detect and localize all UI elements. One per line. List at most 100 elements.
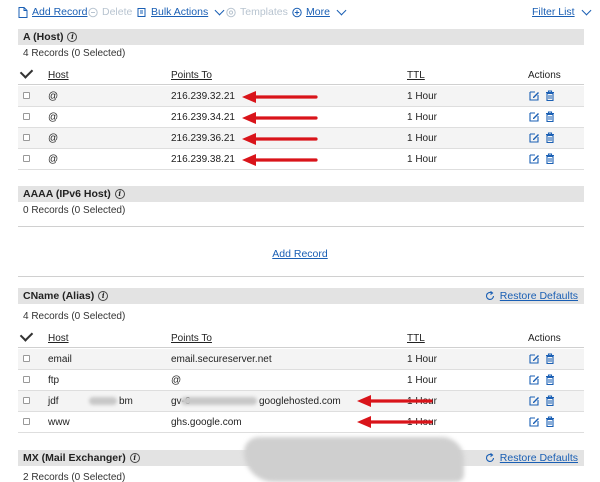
refresh-icon: [485, 453, 494, 462]
templates-label: Templates: [240, 6, 288, 18]
bulk-actions-label: Bulk Actions: [151, 6, 209, 18]
trash-icon[interactable]: [545, 111, 555, 122]
restore-defaults-link[interactable]: Restore Defaults: [500, 452, 578, 464]
filter-list-menu[interactable]: Filter List: [532, 5, 592, 18]
mx-record-count: 2 Records (0 Selected): [23, 472, 126, 482]
filter-list-label: Filter List: [532, 6, 575, 18]
toolbar: Add Record Delete Bulk Actions Templates…: [0, 0, 600, 26]
cname-section-title: CName (Alias): [23, 290, 95, 302]
bulk-actions-menu[interactable]: Bulk Actions: [137, 5, 225, 18]
more-menu[interactable]: More: [292, 5, 347, 18]
a-host-section-title: A (Host): [23, 31, 64, 43]
row-checkbox[interactable]: [23, 355, 30, 362]
red-arrow-annotation: [242, 133, 318, 145]
select-all-checkmark-icon[interactable]: [19, 328, 34, 342]
cname-section-header: CName (Alias) i Restore Defaults: [18, 288, 584, 304]
trash-icon[interactable]: [545, 353, 555, 364]
host-cell: www: [48, 417, 70, 428]
aaaa-section-title: AAAA (IPv6 Host): [23, 188, 111, 200]
redaction-blur: [181, 397, 257, 405]
red-arrow-annotation: [357, 395, 433, 407]
info-icon[interactable]: i: [98, 291, 109, 301]
chevron-down-icon: [581, 5, 592, 15]
redaction-blob: [244, 437, 464, 482]
column-points-to[interactable]: Points To: [171, 70, 212, 81]
aaaa-add-record-wrap: Add Record: [0, 248, 600, 260]
mx-restore-defaults[interactable]: Restore Defaults: [485, 452, 578, 464]
templates-gear-icon: [226, 7, 236, 17]
edit-icon[interactable]: [529, 90, 540, 101]
row-checkbox[interactable]: [23, 92, 30, 99]
aaaa-add-record-link[interactable]: Add Record: [272, 248, 327, 260]
column-host[interactable]: Host: [48, 333, 69, 344]
divider: [18, 276, 584, 277]
trash-icon[interactable]: [545, 153, 555, 164]
points-to-cell: @: [171, 375, 182, 386]
trash-icon[interactable]: [545, 374, 555, 385]
host-cell: @: [48, 91, 59, 102]
column-points-to[interactable]: Points To: [171, 333, 212, 344]
info-icon[interactable]: i: [114, 189, 125, 199]
cname-record-count: 4 Records (0 Selected): [23, 311, 126, 322]
mx-section-title-wrap: MX (Mail Exchanger) i: [23, 452, 140, 464]
column-ttl[interactable]: TTL: [407, 333, 425, 344]
templates-menu[interactable]: Templates: [226, 6, 288, 18]
delete-circle-icon: [88, 7, 98, 17]
delete-button[interactable]: Delete: [88, 6, 132, 18]
more-label: More: [306, 6, 330, 18]
row-checkbox[interactable]: [23, 418, 30, 425]
mx-section-title: MX (Mail Exchanger): [23, 452, 126, 464]
column-ttl[interactable]: TTL: [407, 70, 425, 81]
aaaa-section-title-wrap: AAAA (IPv6 Host) i: [23, 188, 125, 200]
row-checkbox[interactable]: [23, 376, 30, 383]
redaction-blur: [89, 397, 117, 405]
cname-section-title-wrap: CName (Alias) i: [23, 290, 109, 302]
edit-icon[interactable]: [529, 132, 540, 143]
add-record-label: Add Record: [32, 6, 88, 18]
points-to-cell: 216.239.36.21: [171, 133, 235, 144]
ttl-cell: 1 Hour: [407, 375, 438, 386]
a-host-section-header: A (Host) i: [18, 29, 584, 45]
column-actions: Actions: [528, 70, 561, 81]
red-arrow-annotation: [242, 91, 318, 103]
trash-icon[interactable]: [545, 132, 555, 143]
row-checkbox[interactable]: [23, 113, 30, 120]
aaaa-section-header: AAAA (IPv6 Host) i: [18, 186, 584, 202]
edit-icon[interactable]: [529, 111, 540, 122]
table-row: email email.secureserver.net 1 Hour: [18, 349, 584, 370]
ttl-cell: 1 Hour: [407, 133, 438, 144]
chevron-down-icon: [214, 5, 225, 15]
a-host-section-title-wrap: A (Host) i: [23, 31, 78, 43]
ttl-cell: 1 Hour: [407, 112, 438, 123]
row-checkbox[interactable]: [23, 397, 30, 404]
points-to-cell: 216.239.38.21: [171, 154, 235, 165]
select-all-checkmark-icon[interactable]: [19, 65, 34, 79]
row-checkbox[interactable]: [23, 134, 30, 141]
trash-icon[interactable]: [545, 90, 555, 101]
bulk-edit-icon: [137, 7, 146, 17]
host-cell: ftp: [48, 375, 60, 386]
cname-restore-defaults[interactable]: Restore Defaults: [485, 290, 578, 302]
info-icon[interactable]: i: [129, 453, 140, 463]
edit-icon[interactable]: [529, 353, 540, 364]
host-cell: @: [48, 154, 59, 165]
points-to-cell: ghs.google.com: [171, 417, 242, 428]
host-cell: email: [48, 354, 72, 365]
edit-icon[interactable]: [529, 395, 540, 406]
chevron-down-icon: [336, 5, 347, 15]
restore-defaults-link[interactable]: Restore Defaults: [500, 290, 578, 302]
row-checkbox[interactable]: [23, 155, 30, 162]
a-host-column-header: Host Points To TTL Actions: [18, 65, 584, 85]
info-icon[interactable]: i: [67, 32, 78, 42]
trash-icon[interactable]: [545, 395, 555, 406]
edit-icon[interactable]: [529, 153, 540, 164]
host-cell-end: bm: [119, 396, 133, 407]
edit-icon[interactable]: [529, 374, 540, 385]
cname-column-header: Host Points To TTL Actions: [18, 328, 584, 348]
add-record-button[interactable]: Add Record: [18, 6, 87, 18]
host-cell: @: [48, 112, 59, 123]
plus-circle-icon: [292, 7, 302, 17]
edit-icon[interactable]: [529, 416, 540, 427]
column-host[interactable]: Host: [48, 70, 69, 81]
trash-icon[interactable]: [545, 416, 555, 427]
